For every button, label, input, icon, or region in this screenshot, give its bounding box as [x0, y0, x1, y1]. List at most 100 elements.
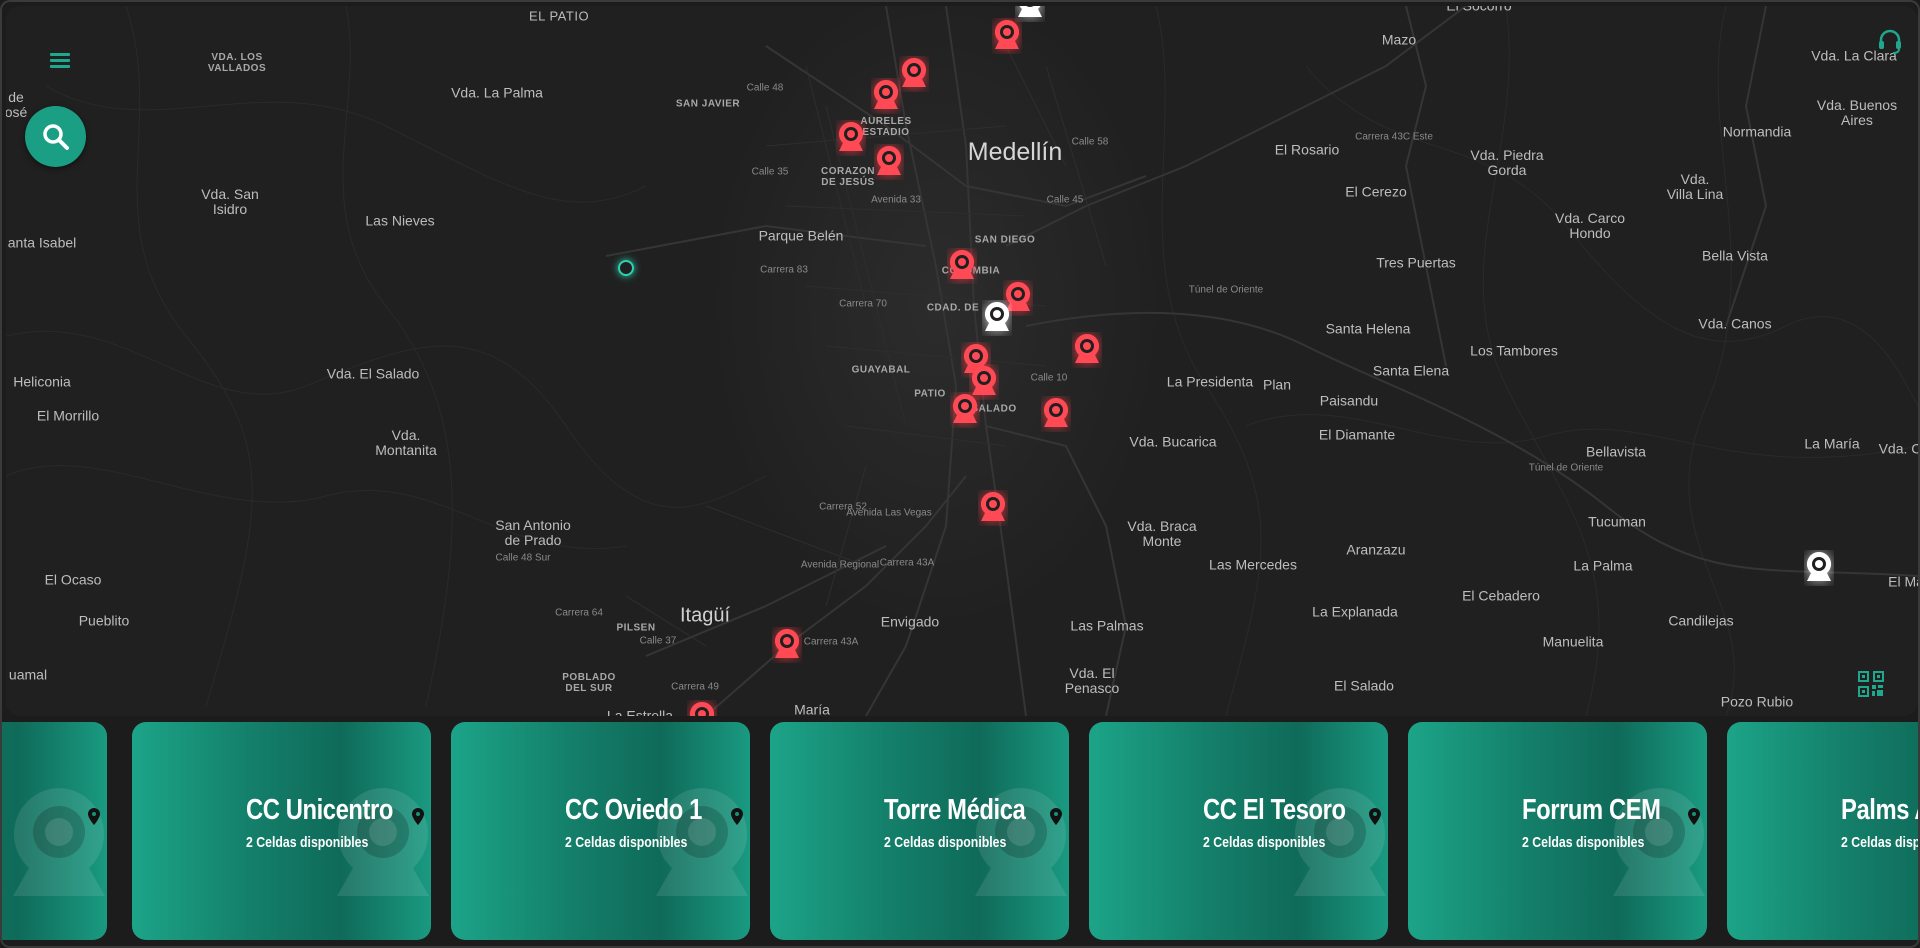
parking-marker-white-icon[interactable]	[1804, 550, 1834, 586]
map-place-label: Vda. Carco Hondo	[1554, 210, 1626, 241]
map-place-label: Bellavista	[1586, 443, 1646, 460]
map-place-label: Pueblito	[78, 612, 130, 629]
card-availability: 2 Celdas disponibles	[884, 834, 1007, 851]
map-place-label: GUAYABAL	[851, 364, 911, 376]
map-road-label: Calle 58	[1071, 136, 1109, 148]
card-availability: 2 Celdas disponibles	[565, 834, 688, 851]
map-place-label: Medellín	[967, 138, 1063, 166]
map-road-label: Carrera 52	[819, 501, 867, 513]
map-place-label: Vda. San Isidro	[201, 186, 259, 217]
map-place-label: Vda. Bucarica	[1129, 433, 1217, 450]
parking-marker-red-icon[interactable]	[772, 627, 802, 663]
map-place-label: Heliconia	[13, 373, 71, 390]
map-road-label: Carrera 43A	[803, 636, 859, 648]
location-card[interactable]: acionibles	[2, 722, 107, 940]
menu-button[interactable]	[46, 50, 74, 76]
location-card[interactable]: Palms A 2 Celdas dispo	[1727, 722, 1920, 940]
location-card[interactable]: Forrum CEM 2 Celdas disponibles	[1408, 722, 1707, 940]
map-place-label: Mazo	[1381, 31, 1417, 48]
map-place-label: La Presidenta	[1166, 373, 1254, 390]
menu-icon	[50, 53, 70, 56]
map-place-label: María	[794, 701, 830, 716]
map-road-label: Calle 45	[1046, 194, 1084, 206]
support-headset-button[interactable]	[1875, 26, 1905, 56]
map-place-label: EL PATIO	[528, 8, 590, 24]
map-place-label: Paisandu	[1319, 392, 1379, 409]
parking-marker-red-icon[interactable]	[874, 144, 904, 180]
parking-marker-red-icon[interactable]	[899, 56, 929, 92]
location-card[interactable]: Torre Médica 2 Celdas disponibles	[770, 722, 1069, 940]
map-place-label: SAN JAVIER	[675, 98, 741, 110]
map-road-label: Carrera 83	[760, 264, 808, 276]
location-card[interactable]: CC Oviedo 1 2 Celdas disponibles	[451, 722, 750, 940]
card-availability: 2 Celdas disponibles	[246, 834, 369, 851]
qr-scan-button[interactable]	[1857, 670, 1885, 698]
map-road-label: Calle 10	[1030, 372, 1068, 384]
card-title: Torre Médica	[884, 794, 1026, 826]
parking-marker-white-icon[interactable]	[982, 300, 1012, 336]
parking-marker-red-icon[interactable]	[978, 490, 1008, 526]
parking-marker-red-icon[interactable]	[992, 18, 1022, 54]
map-place-label: Bella Vista	[1702, 247, 1768, 264]
user-location-marker	[618, 260, 634, 276]
parking-marker-red-icon[interactable]	[1041, 396, 1071, 432]
location-pin-icon	[88, 808, 100, 825]
parking-marker-red-icon[interactable]	[947, 248, 977, 284]
parking-marker-red-icon[interactable]	[1072, 332, 1102, 368]
map-road-label: Avenida Regional	[800, 559, 880, 571]
map-place-label: Envigado	[880, 613, 940, 630]
map-place-label: Las Mercedes	[1209, 556, 1297, 573]
location-pin-icon	[1369, 808, 1381, 825]
map-place-label: de osé	[6, 89, 28, 120]
card-availability: 2 Celdas dispo	[1841, 834, 1920, 851]
map-place-label: Parque Belén	[758, 227, 844, 244]
map-road-label: Calle 37	[639, 635, 677, 647]
location-card[interactable]: CC El Tesoro 2 Celdas disponibles	[1089, 722, 1388, 940]
map-road-label: Calle 48 Sur	[495, 552, 551, 564]
map-place-label: Las Nieves	[365, 212, 435, 229]
card-title: CC El Tesoro	[1203, 794, 1346, 826]
map-place-label: Vda. La Palma	[451, 84, 543, 101]
map-place-label: Vda. El Salado	[326, 365, 420, 382]
map-place-label: El Diamante	[1318, 426, 1396, 443]
map-place-label: Vda. Montanita	[375, 427, 437, 458]
map-place-label: Vda. Canos	[1698, 315, 1772, 332]
parking-marker-red-icon[interactable]	[836, 120, 866, 156]
map-place-label: Tres Puertas	[1376, 254, 1456, 271]
search-icon	[42, 123, 69, 150]
map-place-label: El Rosario	[1274, 141, 1340, 158]
map-place-label: Vda. El Penasco	[1064, 665, 1120, 696]
map-place-label: El Salado	[1334, 677, 1394, 694]
map-place-label: Itagüí	[679, 604, 731, 627]
card-title: CC Unicentro	[246, 794, 394, 826]
map-place-label: La Palma	[1573, 557, 1633, 574]
parking-marker-red-icon[interactable]	[687, 700, 717, 716]
map-place-label: El Morrillo	[36, 407, 100, 424]
map-place-label: Vda. Braca Monte	[1127, 518, 1197, 549]
map-place-label: La María	[1804, 435, 1860, 452]
map-view[interactable]: EL PATIO VDA. LOS VALLADOS Vda. La Palma Vd…	[6, 6, 1918, 716]
search-button[interactable]	[25, 106, 86, 167]
map-road-label: Carrera 49	[671, 681, 719, 693]
map-place-label: El Cerezo	[1345, 183, 1407, 200]
map-place-label: Tucuman	[1588, 513, 1646, 530]
card-availability: 2 Celdas disponibles	[1203, 834, 1326, 851]
location-card[interactable]: CC Unicentro 2 Celdas disponibles	[132, 722, 431, 940]
location-pin-icon	[412, 808, 424, 825]
map-road-label: Avenida 33	[871, 194, 921, 206]
parking-marker-white-icon[interactable]	[1015, 6, 1045, 22]
map-place-label: Santa Helena	[1325, 320, 1411, 337]
map-place-label: PILSEN	[616, 622, 656, 634]
map-place-label: Vda. C	[1878, 440, 1918, 457]
map-place-label: La Estrella	[606, 707, 674, 716]
map-place-label: Plan	[1262, 376, 1292, 393]
map-place-label: Manuelita	[1542, 633, 1604, 650]
location-pin-icon	[1688, 808, 1700, 825]
location-cards-carousel[interactable]: acionibles CC Unicentro 2 Celdas disponibl…	[2, 722, 1920, 944]
map-place-label: Santa Elena	[1372, 362, 1450, 379]
parking-marker-red-icon[interactable]	[950, 392, 980, 428]
parking-marker-red-icon[interactable]	[871, 78, 901, 114]
map-road-label: Túnel de Oriente	[1528, 462, 1604, 474]
map-place-label: PATIO	[914, 388, 946, 400]
map-place-label: Aranzazu	[1346, 541, 1406, 558]
